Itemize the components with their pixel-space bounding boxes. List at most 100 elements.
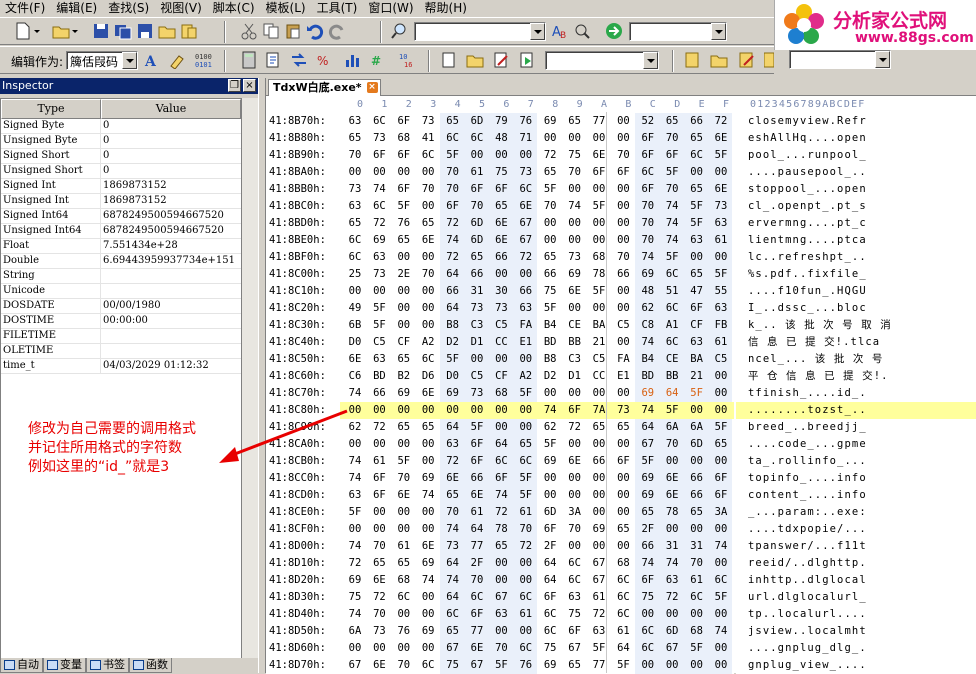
hex-byte[interactable]: 66 [466, 470, 488, 487]
hex-bytes[interactable]: 74 70 00 00 6C 6F 63 61 6C 75 72 6C 00 00 00 00 [340, 606, 734, 623]
hex-byte[interactable]: 72 [344, 555, 366, 572]
hex-row[interactable]: 41:8BB0h: 73 74 6F 70 70 6F 6F 6C 5F 00 00 00 6F 70 65 6… [266, 181, 976, 198]
hex-byte[interactable]: B4 [539, 317, 561, 334]
hex-byte[interactable]: 2F [637, 521, 659, 538]
hex-byte[interactable]: 6F [466, 181, 488, 198]
hex-byte[interactable]: 00 [417, 317, 439, 334]
hex-row[interactable]: 41:8CA0h: 00 00 00 00 63 6F 64 65 5F 00 00 00 67 70 6D 6… [266, 436, 976, 453]
hex-byte[interactable]: 00 [612, 198, 634, 215]
hex-byte[interactable]: 64 [442, 589, 464, 606]
inspector-value[interactable]: 6878249500594667520 [101, 224, 241, 238]
hex-bytes[interactable]: 69 6E 68 74 74 70 00 00 64 6C 67 6C 6F 63 61 6C [340, 572, 734, 589]
hex-byte[interactable]: CC [490, 334, 512, 351]
hex-byte[interactable]: 73 [490, 300, 512, 317]
hex-byte[interactable]: 65 [344, 215, 366, 232]
hex-row[interactable]: 41:8BD0h: 65 72 76 65 72 6D 6E 67 00 00 00 00 70 74 5F 6… [266, 215, 976, 232]
inspector-row[interactable]: OLETIME [1, 344, 241, 359]
hex-byte[interactable]: 6F [490, 470, 512, 487]
hex-bytes[interactable]: 49 5F 00 00 64 73 73 63 5F 00 00 00 62 6C 6F 63 [340, 300, 734, 317]
hex-byte[interactable]: 74 [344, 606, 366, 623]
hex-byte[interactable]: 00 [612, 215, 634, 232]
ascii-text[interactable]: ....tdxpopie/... [736, 521, 976, 538]
hex-byte[interactable]: 74 [661, 555, 683, 572]
inspector-tab[interactable]: 函数 [129, 658, 172, 673]
hex-byte[interactable]: 00 [686, 606, 708, 623]
hex-byte[interactable]: 70 [466, 198, 488, 215]
goto-icon[interactable] [605, 22, 623, 40]
hex-byte[interactable]: 00 [539, 470, 561, 487]
hex-byte[interactable]: 63 [344, 487, 366, 504]
hex-bytes[interactable]: 63 6C 6F 73 65 6D 79 76 69 65 77 00 52 65 66 72 [340, 113, 734, 130]
hex-byte[interactable]: 70 [344, 147, 366, 164]
hex-byte[interactable]: 5F [539, 181, 561, 198]
hex-byte[interactable]: 73 [466, 385, 488, 402]
hex-byte[interactable]: 30 [490, 283, 512, 300]
chevron-down-icon[interactable] [122, 52, 137, 69]
ascii-text[interactable]: ....f10fun_.HQGU [736, 283, 976, 300]
hex-byte[interactable]: 72 [490, 504, 512, 521]
ascii-text[interactable]: url.dlglocalurl_ [736, 589, 976, 606]
hex-row[interactable]: 41:8BE0h: 6C 69 65 6E 74 6D 6E 67 00 00 00 00 70 74 63 6… [266, 232, 976, 249]
ascii-text[interactable]: lientmng....ptca [736, 232, 976, 249]
hex-byte[interactable]: 6C [442, 606, 464, 623]
hex-byte[interactable]: 00 [564, 181, 586, 198]
hex-byte[interactable]: 6F [710, 470, 732, 487]
hex-byte[interactable]: 68 [612, 555, 634, 572]
hex-byte[interactable]: 6C [661, 334, 683, 351]
template-combo[interactable] [789, 50, 891, 69]
ascii-text[interactable]: ....gnplug_dlg_. [736, 640, 976, 657]
hex-byte[interactable]: 00 [612, 487, 634, 504]
hex-byte[interactable]: 61 [466, 164, 488, 181]
hex-byte[interactable]: 73 [564, 249, 586, 266]
hex-byte[interactable]: 75 [442, 657, 464, 674]
hex-byte[interactable]: 70 [442, 504, 464, 521]
close-tab-icon[interactable]: × [366, 82, 378, 93]
hex-byte[interactable]: 6E [368, 572, 390, 589]
hex-byte[interactable]: 67 [515, 215, 537, 232]
hex-byte[interactable]: 74 [344, 385, 366, 402]
hex-byte[interactable]: 5F [710, 266, 732, 283]
hex-byte[interactable]: 6E [661, 470, 683, 487]
hex-byte[interactable]: 00 [612, 300, 634, 317]
hex-bytes[interactable]: 6C 69 65 6E 74 6D 6E 67 00 00 00 00 70 74 63 61 [340, 232, 734, 249]
hex-byte[interactable]: 6F [661, 147, 683, 164]
hex-byte[interactable]: 69 [637, 266, 659, 283]
hex-byte[interactable]: 6E [661, 487, 683, 504]
hash-icon[interactable]: # [370, 51, 388, 69]
hex-bytes[interactable]: 65 72 76 65 72 6D 6E 67 00 00 00 00 70 74 5F 63 [340, 215, 734, 232]
hex-byte[interactable]: 00 [564, 436, 586, 453]
ascii-text[interactable]: I_..dssc_...bloc [736, 300, 976, 317]
hex-byte[interactable]: 00 [539, 385, 561, 402]
hex-byte[interactable]: 00 [686, 657, 708, 674]
menu-item[interactable]: 工具(T) [312, 0, 364, 16]
hex-byte[interactable]: E1 [515, 334, 537, 351]
menu-item[interactable]: 编辑(E) [51, 0, 103, 16]
ascii-text[interactable]: k_.. 该 批 次 号 取 消 [736, 317, 976, 334]
hex-byte[interactable]: 00 [393, 504, 415, 521]
hex-byte[interactable]: 6F [393, 181, 415, 198]
inspector-value[interactable]: 1869873152 [101, 179, 241, 193]
inspector-row[interactable]: Signed Int64 6878249500594667520 [1, 209, 241, 224]
hex-byte[interactable]: 74 [710, 623, 732, 640]
hex-byte[interactable]: 6C [490, 453, 512, 470]
inspector-row[interactable]: Signed Byte 0 [1, 119, 241, 134]
ascii-text[interactable]: 信 息 已 提 交!.tlca [736, 334, 976, 351]
hex-row[interactable]: 41:8D30h: 75 72 6C 00 64 6C 67 6C 6F 63 61 6C 75 72 6C 5… [266, 589, 976, 606]
hex-byte[interactable]: C8 [637, 317, 659, 334]
hex-bytes[interactable]: 00 00 00 00 74 64 78 70 6F 70 69 65 2F 00 00 00 [340, 521, 734, 538]
hex-byte[interactable]: 67 [564, 640, 586, 657]
hex-byte[interactable]: 6D [466, 113, 488, 130]
hex-byte[interactable]: 69 [637, 487, 659, 504]
hex-byte[interactable]: 75 [539, 640, 561, 657]
hex-byte[interactable]: 6D [661, 623, 683, 640]
hex-byte[interactable]: 70 [637, 232, 659, 249]
hex-byte[interactable]: 6E [490, 215, 512, 232]
hex-byte[interactable]: 6C [417, 657, 439, 674]
hex-byte[interactable]: D0 [442, 368, 464, 385]
hex-byte[interactable]: 00 [368, 436, 390, 453]
hex-byte[interactable]: 48 [490, 130, 512, 147]
hex-byte[interactable]: 67 [466, 657, 488, 674]
hex-byte[interactable]: 00 [417, 521, 439, 538]
hex-byte[interactable]: 00 [710, 521, 732, 538]
hex-byte[interactable]: 00 [368, 402, 390, 419]
